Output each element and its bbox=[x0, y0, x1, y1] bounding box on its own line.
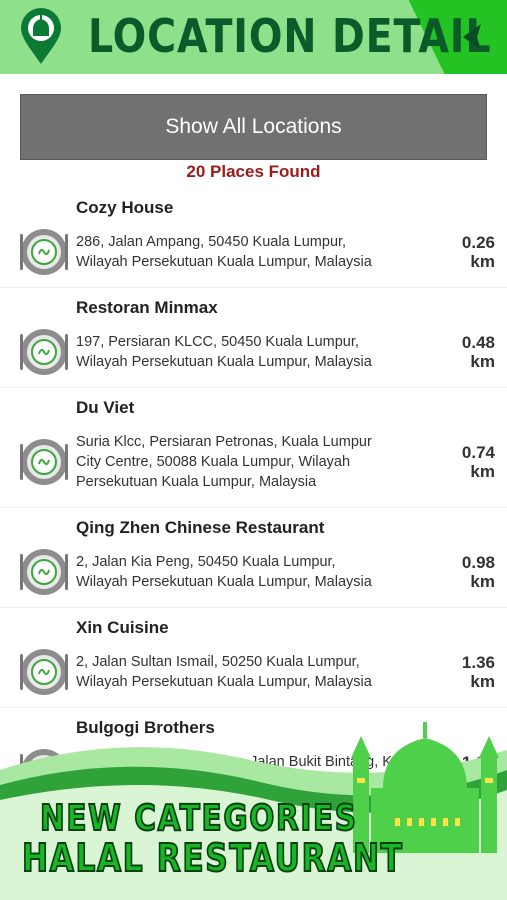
distance-number: 0.74 bbox=[461, 443, 495, 462]
app-header: LOCATION DETAIL bbox=[0, 0, 507, 74]
distance-value: 1.36 km bbox=[462, 653, 495, 691]
show-all-locations-button[interactable]: Show All Locations bbox=[20, 94, 487, 160]
restaurant-name: Xin Cuisine bbox=[76, 618, 169, 637]
list-item[interactable]: Cozy House 286, Jalan Ampang, 50450 Kuala… bbox=[0, 188, 507, 288]
restaurant-address: 2, Jalan Sultan Ismail, 50250 Kuala Lump… bbox=[76, 652, 426, 692]
restaurant-address: 197, Persiaran KLCC, 50450 Kuala Lumpur,… bbox=[76, 332, 426, 372]
address-line: Suria Klcc, Persiaran Petronas, Kuala Lu… bbox=[76, 434, 372, 450]
mosque-pin-icon bbox=[21, 8, 61, 64]
halal-plate-icon bbox=[20, 329, 68, 375]
restaurant-address: 2, Jalan Kia Peng, 50450 Kuala Lumpur, Wi… bbox=[76, 552, 426, 592]
distance-unit: km bbox=[470, 352, 495, 371]
distance-unit: km bbox=[470, 252, 495, 271]
distance-value: 0.98 km bbox=[462, 553, 495, 591]
address-line: Persekutuan Kuala Lumpur, Malaysia bbox=[76, 474, 317, 490]
list-item[interactable]: Restoran Minmax 197, Persiaran KLCC, 5045… bbox=[0, 288, 507, 388]
halal-plate-icon bbox=[20, 229, 68, 275]
restaurant-name: Qing Zhen Chinese Restaurant bbox=[76, 518, 325, 537]
places-found-count: 20 Places Found bbox=[186, 162, 321, 181]
promo-banner: NEW CATEGORIES HALAL RESTAURANT bbox=[0, 690, 507, 900]
distance-value: 0.74 km bbox=[462, 443, 495, 481]
distance-number: 0.26 bbox=[461, 233, 495, 252]
address-line: 2, Jalan Kia Peng, 50450 Kuala Lumpur, bbox=[76, 554, 336, 570]
halal-plate-icon bbox=[20, 549, 68, 595]
distance-value: 0.48 km bbox=[462, 333, 495, 371]
banner-subheadline: HALAL RESTAURANT bbox=[21, 835, 404, 881]
address-line: Wilayah Persekutuan Kuala Lumpur, Malays… bbox=[76, 354, 372, 370]
distance-unit: km bbox=[470, 672, 495, 691]
address-line: Wilayah Persekutuan Kuala Lumpur, Malays… bbox=[76, 254, 372, 270]
distance-unit: km bbox=[470, 572, 495, 591]
distance-unit: km bbox=[470, 462, 495, 481]
distance-number: 0.98 bbox=[461, 553, 495, 572]
chevron-left-icon[interactable] bbox=[451, 12, 497, 62]
list-item[interactable]: Du Viet Suria Klcc, Persiaran Petronas, K… bbox=[0, 388, 507, 508]
address-line: City Centre, 50088 Kuala Lumpur, Wilayah bbox=[76, 454, 351, 470]
halal-plate-icon bbox=[20, 439, 68, 485]
address-line: Wilayah Persekutuan Kuala Lumpur, Malays… bbox=[76, 574, 372, 590]
restaurant-address: Suria Klcc, Persiaran Petronas, Kuala Lu… bbox=[76, 432, 426, 492]
address-line: 197, Persiaran KLCC, 50450 Kuala Lumpur, bbox=[76, 334, 359, 350]
distance-number: 1.36 bbox=[461, 653, 495, 672]
address-line: 2, Jalan Sultan Ismail, 50250 Kuala Lump… bbox=[76, 654, 360, 670]
restaurant-name: Restoran Minmax bbox=[76, 298, 218, 317]
distance-number: 0.48 bbox=[461, 333, 495, 352]
restaurant-address: 286, Jalan Ampang, 50450 Kuala Lumpur, Wi… bbox=[76, 232, 426, 272]
restaurant-name: Cozy House bbox=[76, 198, 174, 217]
address-line: 286, Jalan Ampang, 50450 Kuala Lumpur, bbox=[76, 234, 347, 250]
distance-value: 0.26 km bbox=[462, 233, 495, 271]
page-title: LOCATION DETAIL bbox=[88, 9, 492, 63]
restaurant-name: Du Viet bbox=[76, 398, 135, 417]
list-item[interactable]: Qing Zhen Chinese Restaurant 2, Jalan Kia… bbox=[0, 508, 507, 608]
address-line: Wilayah Persekutuan Kuala Lumpur, Malays… bbox=[76, 674, 372, 690]
banner-headline: NEW CATEGORIES bbox=[39, 797, 358, 840]
